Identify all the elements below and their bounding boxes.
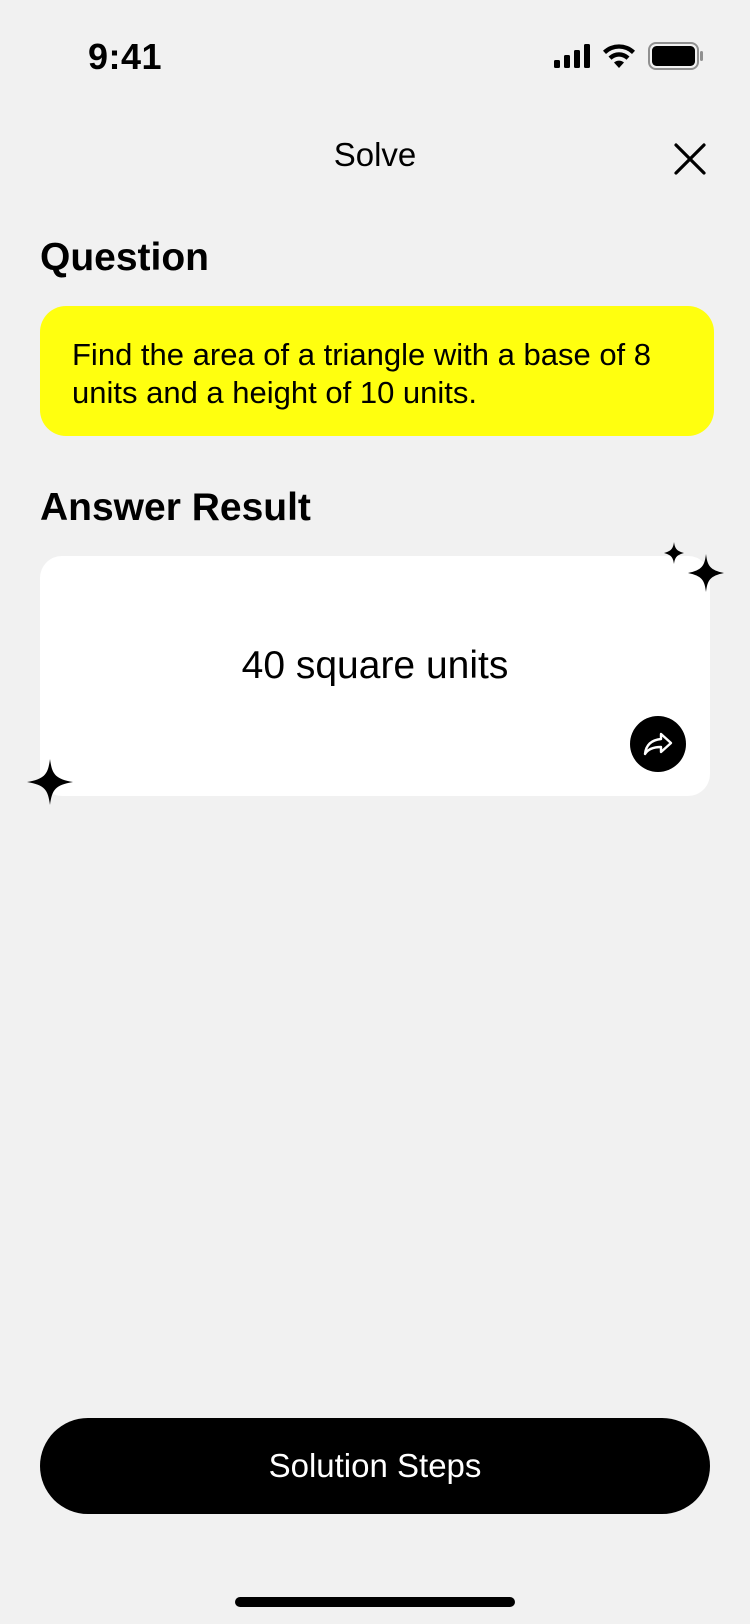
home-indicator[interactable] [235,1597,515,1607]
share-button[interactable] [630,716,686,772]
answer-value: 40 square units [241,644,509,687]
question-heading: Question [40,236,210,279]
battery-icon [648,42,704,75]
status-icons [554,42,704,75]
close-button[interactable] [669,138,711,180]
wifi-icon [602,43,636,74]
status-bar: 9:41 [0,0,750,110]
close-icon [674,143,706,175]
question-text: Find the area of a triangle with a base … [72,337,652,410]
status-time: 9:41 [88,36,163,77]
signal-icon [554,44,590,73]
question-card: Find the area of a triangle with a base … [40,306,714,436]
answer-heading: Answer Result [40,486,311,529]
sparkle-icon [688,554,724,592]
share-icon [643,732,673,756]
page-title: Solve [333,136,417,173]
sparkle-icon [664,542,684,564]
answer-card: 40 square units [40,556,710,796]
solution-steps-button[interactable]: Solution Steps [40,1418,710,1514]
sparkle-icon [27,759,73,805]
